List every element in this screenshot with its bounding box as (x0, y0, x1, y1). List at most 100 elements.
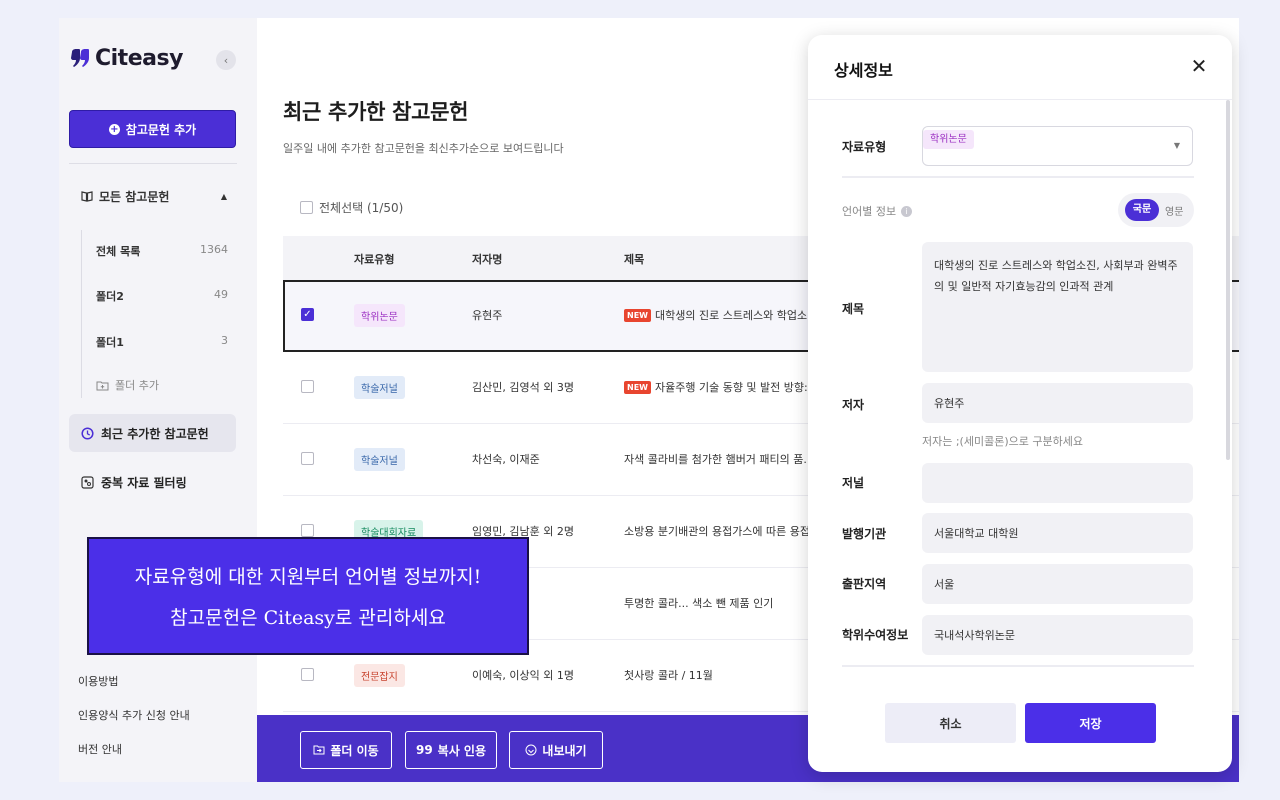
row-checkbox[interactable] (301, 380, 314, 393)
promo-banner: 자료유형에 대한 지원부터 언어별 정보까지! 참고문헌은 Citeasy로 관… (87, 537, 529, 655)
language-info-label: 언어별 정보 i (842, 203, 913, 219)
author-cell: 이예숙, 이상익 외 1명 (472, 669, 574, 682)
logo[interactable]: Citeasy (69, 46, 183, 71)
caret-up-icon: ▲ (220, 192, 227, 201)
folder-count: 49 (214, 288, 228, 301)
export-icon (525, 744, 537, 756)
move-folder-button[interactable]: 폴더 이동 (300, 731, 392, 769)
divider (842, 176, 1194, 178)
book-icon (81, 191, 93, 202)
logo-mark-icon (71, 48, 89, 67)
collapse-sidebar-button[interactable]: ‹ (216, 50, 236, 70)
author-cell: 유현주 (472, 309, 503, 322)
save-button[interactable]: 저장 (1025, 703, 1156, 743)
folder-item-folder2[interactable]: 폴더2 49 (96, 288, 228, 304)
row-checkbox[interactable] (301, 524, 314, 537)
folder-plus-icon (96, 381, 109, 390)
select-all-checkbox[interactable]: 전체선택 (1/50) (300, 199, 403, 216)
modal-header: 상세정보 ✕ (808, 35, 1232, 100)
journal-label: 저널 (842, 476, 865, 490)
language-option-korean[interactable]: 국문 (1125, 199, 1159, 221)
export-button[interactable]: 내보내기 (509, 731, 603, 769)
type-badge: 학술저널 (354, 448, 405, 471)
sidebar-link-version[interactable]: 버전 안내 (78, 741, 122, 757)
location-field[interactable]: 서울 (922, 564, 1193, 604)
language-toggle[interactable]: 국문 영문 (1118, 193, 1194, 227)
sidebar-item-duplicate-filter[interactable]: 중복 자료 필터링 (81, 474, 187, 491)
divider (842, 665, 1194, 667)
folder-count: 3 (221, 334, 228, 347)
sidebar-link-how-to-use[interactable]: 이용방법 (78, 673, 118, 689)
publisher-field[interactable]: 서울대학교 대학원 (922, 513, 1193, 553)
title-cell: 자색 콜라비를 첨가한 햄버거 패티의 품... (624, 451, 814, 467)
select-all-label: 전체선택 (1/50) (319, 201, 404, 215)
modal-scrollbar[interactable] (1226, 100, 1230, 460)
language-info-text: 언어별 정보 (842, 205, 897, 218)
publisher-label: 발행기관 (842, 527, 887, 541)
sidebar-item-recent[interactable]: 최근 추가한 참고문헌 (69, 414, 236, 452)
folder-label: 전체 목록 (96, 245, 141, 258)
duplicate-filter-label: 중복 자료 필터링 (101, 476, 187, 490)
copy-cite-label: 복사 인용 (437, 743, 487, 758)
checkbox[interactable] (300, 201, 313, 214)
row-checkbox[interactable]: ✓ (301, 308, 314, 321)
row-checkbox[interactable] (301, 668, 314, 681)
type-badge: 학술저널 (354, 376, 405, 399)
divider (69, 163, 237, 164)
chevron-left-icon: ‹ (223, 53, 229, 67)
folder-move-icon (313, 745, 325, 755)
close-icon[interactable]: ✕ (1188, 55, 1210, 77)
dropdown-arrow-icon: ▼ (1173, 141, 1180, 150)
add-folder-label: 폴더 추가 (115, 379, 159, 392)
promo-line-1: 자료유형에 대한 지원부터 언어별 정보까지! (134, 566, 482, 588)
type-select[interactable]: 학위논문 ▼ (922, 126, 1193, 166)
author-cell: 김산민, 김영석 외 3명 (472, 381, 574, 394)
page-subtitle: 일주일 내에 추가한 참고문헌을 최신추가순으로 보여드립니다 (283, 142, 564, 155)
add-reference-button[interactable]: + 참고문헌 추가 (69, 110, 236, 148)
title-textarea[interactable]: 대학생의 진로 스트레스와 학업소진, 사회부과 완벽주의 및 일반적 자기효능… (922, 242, 1193, 372)
logo-text: Citeasy (95, 46, 183, 71)
journal-field[interactable] (922, 463, 1193, 503)
cancel-button[interactable]: 취소 (885, 703, 1016, 743)
folder-label: 폴더1 (96, 336, 124, 349)
title-text: 자색 콜라비를 첨가한 햄버거 패티의 품... (624, 453, 814, 466)
row-checkbox[interactable] (301, 452, 314, 465)
export-label: 내보내기 (542, 743, 587, 758)
type-label: 자료유형 (842, 140, 887, 154)
title-cell: NEW 대학생의 진로 스트레스와 학업소... (624, 307, 818, 323)
duplicate-filter-icon (81, 476, 94, 489)
folder-item-all[interactable]: 전체 목록 1364 (96, 243, 228, 259)
folder-count: 1364 (200, 243, 228, 256)
author-field[interactable]: 유현주 (922, 383, 1193, 423)
modal-title: 상세정보 (834, 61, 893, 80)
type-badge: 학위논문 (354, 304, 405, 327)
title-cell: NEW 자율주행 기술 동향 및 발전 방향: (624, 379, 808, 395)
move-folder-label: 폴더 이동 (330, 743, 379, 758)
column-header-type: 자료유형 (354, 253, 395, 266)
copy-cite-button[interactable]: 99 복사 인용 (405, 731, 497, 769)
degree-field[interactable]: 국내석사학위논문 (922, 615, 1193, 655)
column-header-title: 제목 (624, 253, 645, 266)
folder-item-folder1[interactable]: 폴더1 3 (96, 334, 228, 350)
title-label: 제목 (842, 302, 865, 316)
title-text: 투명한 콜라... 색소 뺀 제품 인기 (624, 597, 774, 610)
recent-clock-icon (81, 426, 94, 440)
author-hint: 저자는 ;(세미콜론)으로 구분하세요 (922, 435, 1083, 448)
quote-icon: 99 (415, 743, 433, 757)
folder-label: 폴더2 (96, 290, 124, 303)
degree-label: 학위수여정보 (842, 628, 909, 642)
sidebar-link-style-request[interactable]: 인용양식 추가 신청 안내 (78, 707, 190, 723)
info-icon[interactable]: i (901, 205, 913, 217)
author-cell: 차선숙, 이재준 (472, 453, 540, 466)
language-option-english[interactable]: 영문 (1165, 203, 1183, 218)
add-folder-button[interactable]: 폴더 추가 (96, 377, 159, 393)
column-header-author: 저자명 (472, 253, 503, 266)
title-cell: 소방용 분기배관의 용접가스에 따른 용접 (624, 523, 810, 539)
location-label: 출판지역 (842, 577, 887, 591)
type-badge: 학위논문 (923, 130, 974, 149)
sidebar: Citeasy ‹ + 참고문헌 추가 모든 참고문헌 ▲ 전체 목록 1364… (59, 18, 257, 782)
folder-tree-line (81, 230, 82, 398)
all-references-toggle[interactable]: 모든 참고문헌 ▲ (81, 188, 227, 205)
new-tag: NEW (624, 308, 651, 322)
detail-modal: 상세정보 ✕ 자료유형 학위논문 ▼ 언어별 정보 i 국문 영문 제목 대학생… (808, 35, 1232, 772)
